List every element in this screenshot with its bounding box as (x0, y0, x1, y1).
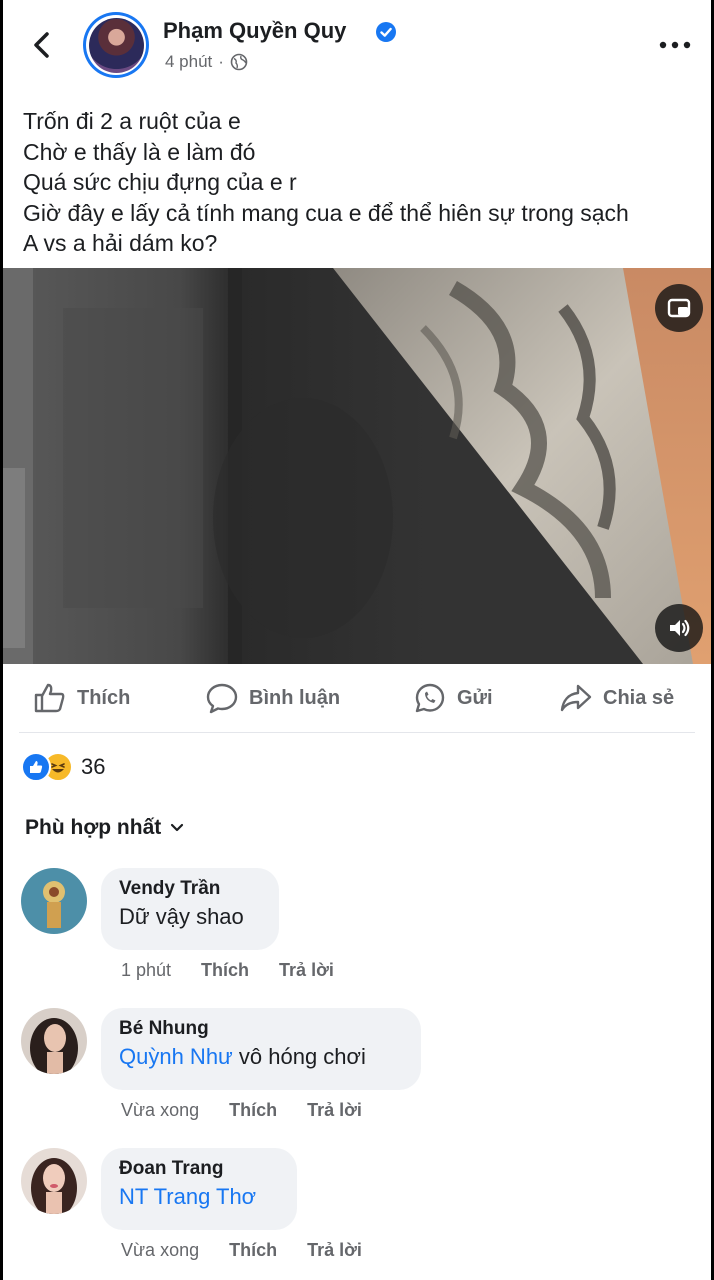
more-dots-icon (659, 41, 691, 49)
post-line: A vs a hải dám ko? (23, 230, 218, 256)
actions-divider (19, 732, 695, 733)
comment-button[interactable]: Bình luận (205, 682, 340, 714)
comment-reply-button[interactable]: Trả lời (279, 960, 334, 981)
comment-text: Dữ vậy shao (119, 904, 261, 930)
post-text: Trốn đi 2 a ruột của e Chờ e thấy là e l… (23, 106, 703, 259)
chevron-down-icon (171, 823, 184, 832)
thumbs-up-icon (34, 683, 65, 713)
comment-author[interactable]: Đoan Trang (119, 1158, 279, 1180)
commenter-avatar[interactable] (21, 1148, 87, 1214)
comment-body: vô hóng chơi (232, 1044, 366, 1069)
comment-reply-button[interactable]: Trả lời (307, 1100, 362, 1121)
comment-bubble[interactable]: Đoan Trang NT Trang Thơ (101, 1148, 297, 1230)
like-label: Thích (77, 686, 131, 709)
mention-link[interactable]: Quỳnh Như (119, 1044, 233, 1069)
picture-in-picture-button[interactable] (655, 284, 703, 332)
reaction-count: 36 (81, 754, 106, 779)
comment-body: Dữ vậy shao (119, 904, 244, 929)
author-name[interactable]: Phạm Quyền Quy (163, 18, 346, 44)
like-button[interactable]: Thích (33, 682, 130, 714)
post-line: Trốn đi 2 a ruột của e (23, 108, 241, 134)
post-header: Phạm Quyền Quy 4 phút · (3, 0, 711, 92)
sort-label: Phù hợp nhất (25, 816, 162, 839)
comment-reply-button[interactable]: Trả lời (307, 1240, 362, 1261)
mention-link[interactable]: NT Trang Thơ (119, 1184, 256, 1209)
whatsapp-icon (415, 683, 445, 713)
reaction-summary[interactable]: 36 (21, 752, 105, 782)
post-time[interactable]: 4 phút (165, 52, 212, 72)
verified-badge-icon (376, 22, 396, 42)
comment-time: Vừa xong (121, 1100, 200, 1120)
comment-author[interactable]: Bé Nhung (119, 1018, 403, 1040)
comment-text: Quỳnh Như vô hóng chơi (119, 1044, 403, 1070)
speaker-icon (670, 619, 690, 637)
send-button[interactable]: Gửi (413, 682, 493, 714)
comment-time: 1 phút (121, 960, 172, 980)
author-avatar[interactable] (83, 12, 149, 78)
post-screen: Phạm Quyền Quy 4 phút · Trốn đi 2 a ruột… (3, 0, 711, 1280)
back-arrow-icon (34, 32, 49, 58)
post-video[interactable] (3, 268, 711, 664)
comment-label: Bình luận (249, 686, 341, 709)
comment-meta: Vừa xong Thích Trả lời (121, 1100, 392, 1121)
pip-icon (667, 298, 691, 318)
share-button[interactable]: Chia sẻ (559, 682, 674, 714)
post-actions: Thích Bình luận Gửi Chia sẻ (3, 668, 711, 732)
share-label: Chia sẻ (603, 686, 675, 709)
globe-icon (230, 53, 248, 71)
commenter-avatar[interactable] (21, 868, 87, 934)
like-reaction-icon (21, 752, 51, 782)
comment-text: NT Trang Thơ (119, 1184, 279, 1210)
comment-meta: Vừa xong Thích Trả lời (121, 1240, 392, 1261)
sound-toggle-button[interactable] (655, 604, 703, 652)
comment-bubble-icon (206, 683, 238, 714)
comment-like-button[interactable]: Thích (201, 960, 249, 981)
meta-separator: · (218, 52, 224, 71)
more-options-button[interactable] (655, 30, 695, 60)
post-line: Chờ e thấy là e làm đó (23, 138, 256, 165)
comment-like-button[interactable]: Thích (229, 1240, 277, 1261)
comment-sort-dropdown[interactable]: Phù hợp nhất (25, 816, 185, 840)
avatar-image (21, 1148, 87, 1214)
share-arrow-icon (560, 684, 592, 712)
post-line: Quá sức chịu đựng của e r (23, 169, 297, 195)
avatar-image (21, 868, 87, 934)
author-photo (88, 17, 144, 73)
comment-like-button[interactable]: Thích (229, 1100, 277, 1121)
avatar-image (21, 1008, 87, 1074)
comment-bubble[interactable]: Bé Nhung Quỳnh Như vô hóng chơi (101, 1008, 421, 1090)
post-meta: 4 phút · (165, 52, 248, 72)
commenter-avatar[interactable] (21, 1008, 87, 1074)
comment-meta: 1 phút Thích Trả lời (121, 960, 364, 981)
back-button[interactable] (25, 28, 59, 62)
comment-author[interactable]: Vendy Trần (119, 878, 261, 900)
post-line: Giờ đây e lấy cả tính mang cua e để thể … (23, 199, 629, 226)
comment-time: Vừa xong (121, 1240, 200, 1260)
video-frame (3, 268, 711, 664)
send-label: Gửi (457, 686, 493, 709)
comment-bubble[interactable]: Vendy Trần Dữ vậy shao (101, 868, 279, 950)
